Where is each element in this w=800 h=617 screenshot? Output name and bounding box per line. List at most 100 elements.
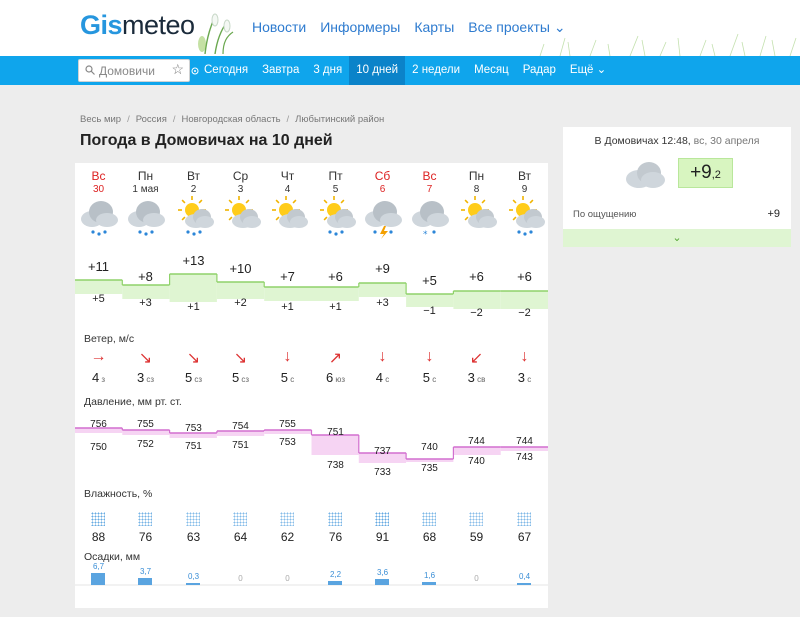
- breadcrumb-world[interactable]: Весь мир: [80, 114, 121, 125]
- wind-label: Ветер, м/с: [84, 333, 135, 345]
- cloud-rain-icon: [127, 201, 165, 236]
- humidity-value: 68: [422, 530, 437, 544]
- thunderstorm-icon: [364, 201, 402, 239]
- pressure-min: 751: [185, 441, 202, 452]
- search-input[interactable]: [99, 62, 169, 80]
- precip-bar: [186, 583, 200, 585]
- tab-today[interactable]: Сегодня: [197, 56, 255, 85]
- temperature-band: [264, 287, 312, 301]
- temp-min: −1: [423, 305, 436, 317]
- tab-10-days[interactable]: 10 дней: [349, 56, 406, 85]
- wind-speed-value: 3: [467, 370, 475, 385]
- pressure-max: 754: [232, 421, 249, 432]
- humidity-indicator: [517, 512, 531, 526]
- wind-direction-label: сз: [239, 375, 250, 384]
- day-date: 4: [284, 184, 291, 195]
- day-column[interactable]: Сб 6: [359, 169, 406, 244]
- breadcrumb-separator: /: [127, 114, 130, 125]
- wind-speed: 4 з: [75, 370, 122, 385]
- partly-sunny-icon: [460, 196, 497, 228]
- wind-speed: 5 с: [264, 370, 311, 385]
- grass-decoration: [539, 33, 797, 56]
- pressure-band: [122, 430, 170, 435]
- pressure-band: [311, 435, 359, 455]
- wind-direction-label: св: [474, 375, 486, 384]
- day-date: 3: [237, 184, 244, 195]
- day-column[interactable]: Вт 2: [170, 169, 217, 244]
- pressure-max: 755: [279, 419, 296, 430]
- wind-speed: 5 с: [406, 370, 453, 385]
- tab-more[interactable]: Ещё ⌄: [563, 56, 613, 85]
- temp-min: −2: [470, 307, 483, 319]
- day-date: 2: [190, 184, 197, 195]
- day-column[interactable]: Чт 4: [264, 169, 311, 244]
- temp-max: +9: [375, 261, 390, 276]
- humidity-indicator: [280, 512, 294, 526]
- snowdrop-icon: [198, 13, 234, 54]
- feels-like-label: По ощущению: [573, 209, 637, 220]
- day-column[interactable]: Вт 9: [501, 169, 548, 244]
- day-date: 6: [379, 184, 386, 195]
- pressure-min: 733: [374, 467, 391, 478]
- breadcrumb-district[interactable]: Любытинский район: [295, 114, 384, 125]
- partly-sunny-icon: [271, 196, 308, 228]
- wind-direction-arrow: ↓: [283, 348, 292, 365]
- temp-min: +1: [187, 301, 200, 313]
- pressure-max: 753: [185, 423, 202, 434]
- tab-tomorrow[interactable]: Завтра: [255, 56, 306, 85]
- wind-direction-arrow: ↙: [469, 350, 484, 367]
- pressure-max: 740: [421, 442, 438, 453]
- temp-max: +6: [517, 269, 532, 284]
- day-column[interactable]: Пт 5: [312, 169, 359, 244]
- wind-speed: 3 сз: [122, 370, 169, 385]
- main-navbar: ☆ Сегодня Завтра 3 дня 10 дней 2 недели …: [0, 56, 800, 85]
- day-of-week: Вт: [186, 169, 201, 183]
- gismeteo-logo[interactable]: Gismeteo: [80, 10, 195, 41]
- temp-min: +1: [281, 301, 294, 313]
- tab-month[interactable]: Месяц: [467, 56, 516, 85]
- breadcrumb-russia[interactable]: Россия: [136, 114, 167, 125]
- temp-min: +3: [139, 297, 152, 309]
- humidity-value: 76: [328, 530, 343, 544]
- day-column[interactable]: Пн 1 мая: [122, 169, 169, 244]
- pressure-label: Давление, мм рт. ст.: [84, 396, 182, 408]
- pressure-max: 751: [327, 427, 344, 438]
- temp-min: −2: [518, 307, 531, 319]
- humidity-indicator: [186, 512, 200, 526]
- tab-3-days[interactable]: 3 дня: [306, 56, 349, 85]
- temp-max: +13: [182, 253, 205, 268]
- precip-bar: [375, 578, 389, 585]
- precip-value: 2,2: [329, 570, 342, 580]
- precip-label: Осадки, мм: [84, 551, 141, 563]
- expand-button[interactable]: ⌄: [563, 229, 791, 247]
- day-of-week: Сб: [374, 169, 391, 183]
- day-of-week: Пн: [468, 169, 485, 183]
- site-header: Gismeteo Новости Информеры Карты Все про…: [0, 0, 800, 56]
- current-temperature: +9,2: [678, 158, 733, 188]
- humidity-label: Влажность, %: [84, 488, 153, 500]
- temp-min: +3: [376, 297, 389, 309]
- wind-speed: 5 сз: [217, 370, 264, 385]
- wind-speed: 3 с: [501, 370, 548, 385]
- humidity-value: 88: [91, 530, 106, 544]
- temp-min: +5: [92, 293, 105, 305]
- feels-like-value: +9: [767, 208, 780, 220]
- tab-radar[interactable]: Радар: [516, 56, 563, 85]
- day-of-week: Пн: [137, 169, 154, 183]
- favorite-star-icon[interactable]: ☆: [171, 61, 184, 78]
- tab-2-weeks[interactable]: 2 недели: [405, 56, 467, 85]
- partly-sunny-rain-icon: [177, 196, 214, 236]
- day-column[interactable]: Ср 3: [217, 169, 264, 244]
- humidity-indicator: [375, 512, 389, 526]
- wind-speed: 5 сз: [170, 370, 217, 385]
- precip-value: 0: [285, 574, 290, 583]
- day-column[interactable]: Вс 30: [75, 169, 122, 244]
- day-column[interactable]: Вс 7 *: [406, 169, 453, 244]
- wind-direction-label: сз: [192, 375, 203, 384]
- day-of-week: Вт: [517, 169, 532, 183]
- search-icon: [85, 65, 95, 75]
- pressure-min: 752: [137, 439, 154, 450]
- temp-max: +8: [138, 269, 153, 284]
- breadcrumb-region[interactable]: Новгородская область: [182, 114, 281, 125]
- day-column[interactable]: Пн 8: [453, 169, 500, 244]
